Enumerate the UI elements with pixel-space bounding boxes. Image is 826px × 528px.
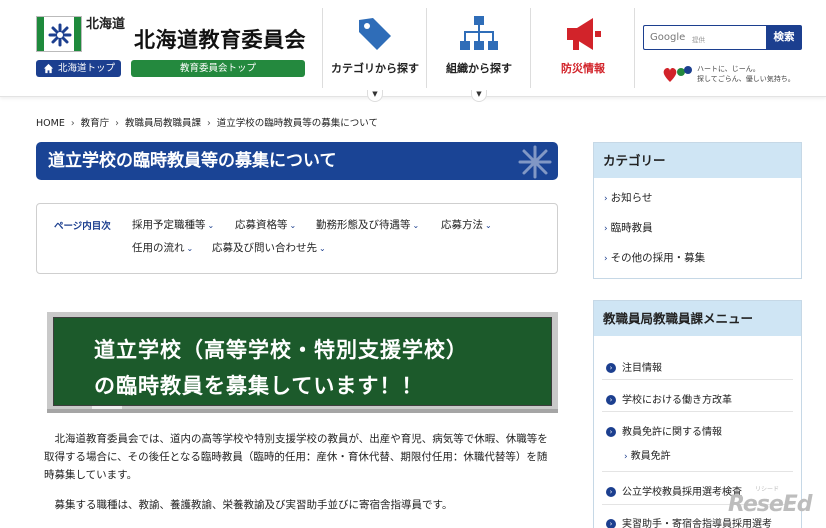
tag-icon xyxy=(359,18,391,50)
arrow-circle-icon: › xyxy=(606,487,616,497)
nav-organization[interactable]: 組織から探す xyxy=(427,8,531,88)
heart-campaign-text: ハートに、じーん。 探してごらん、優しい気持ち。 xyxy=(697,64,795,84)
search-button[interactable]: 検索 xyxy=(766,25,802,50)
toc-item-working-conditions[interactable]: 勤務形態及び待遇等 ⌄ xyxy=(316,217,419,232)
page-title-text: 道立学校の臨時教員等の募集について xyxy=(48,151,337,171)
intro-paragraph: 北海道教育委員会では、道内の高等学校や特別支援学校の教員が、出産や育児、病気等で… xyxy=(44,433,548,481)
chevron-right-icon: › xyxy=(604,254,608,264)
nav-disaster-label: 防災情報 xyxy=(561,62,605,75)
hokkaido-logo[interactable] xyxy=(36,16,82,52)
search-provider: Google xyxy=(650,32,686,43)
chevron-right-icon: › xyxy=(604,224,608,234)
search-input[interactable]: Google 提供 xyxy=(643,25,766,50)
category-link-news[interactable]: › お知らせ xyxy=(604,190,652,205)
arrow-circle-icon: › xyxy=(606,427,616,437)
banner-line-2: の臨時教員を募集しています！！ xyxy=(94,374,424,398)
toc-item-qualifications[interactable]: 応募資格等 ⌄ xyxy=(235,217,296,232)
chevron-down-icon: ⌄ xyxy=(319,244,326,253)
breadcrumb-current: 道立学校の臨時教員等の募集について xyxy=(216,118,379,129)
hokkaido-top-label: 北海道トップ xyxy=(58,63,116,74)
chalkboard: 道立学校（高等学校・特別支援学校） の臨時教員を募集しています！！ xyxy=(53,317,552,406)
chevron-right-icon: › xyxy=(604,194,608,204)
chevron-down-icon: ⌄ xyxy=(485,221,492,230)
prefecture-name: 北海道 xyxy=(86,17,126,32)
watermark-logo: ReseEd xyxy=(728,492,813,517)
chevron-right-icon: › xyxy=(624,452,628,462)
nav-category-label: カテゴリから探す xyxy=(331,62,419,75)
category-link-other-recruitment[interactable]: › その他の採用・募集 xyxy=(604,250,705,265)
menu-divider xyxy=(602,379,793,380)
breadcrumb-staff-division[interactable]: 教職員局教職員課 xyxy=(125,118,201,129)
division-menu-title: 教職員局教職員課メニュー xyxy=(594,301,801,336)
toc-item-positions[interactable]: 採用予定職種等 ⌄ xyxy=(132,217,214,232)
snowflake-emblem-icon xyxy=(48,23,72,47)
heart-campaign-line1: ハートに、じーん。 xyxy=(697,65,760,73)
menu-item-teacher-exam[interactable]: › 公立学校教員採用選考検査 xyxy=(606,483,742,498)
hokkaido-top-link[interactable]: 北海道トップ xyxy=(36,60,121,77)
breadcrumb-home[interactable]: HOME xyxy=(36,118,65,129)
nav-disaster[interactable]: 防災情報 xyxy=(531,8,635,88)
toc-label: ページ内目次 xyxy=(54,221,111,232)
toc-item-appointment-flow[interactable]: 任用の流れ ⌄ xyxy=(132,240,193,255)
search-provider-sub: 提供 xyxy=(692,36,705,44)
chevron-down-icon: ⌄ xyxy=(412,221,420,230)
toc-item-contact[interactable]: 応募及び問い合わせ先 ⌄ xyxy=(212,240,326,255)
chevron-down-icon: ⌄ xyxy=(289,221,297,230)
banner-line-1: 道立学校（高等学校・特別支援学校） xyxy=(94,338,468,362)
arrow-circle-icon: › xyxy=(606,395,616,405)
heart-campaign-line2: 探してごらん、優しい気持ち。 xyxy=(697,75,795,83)
chevron-down-icon: ⌄ xyxy=(207,221,215,230)
breadcrumb-education-agency[interactable]: 教育庁 xyxy=(81,118,110,129)
category-panel: カテゴリー › お知らせ › 臨時教員 › その他の採用・募集 xyxy=(593,142,802,279)
home-icon xyxy=(43,63,54,74)
menu-divider xyxy=(602,411,793,412)
heart-campaign-logo-icon[interactable] xyxy=(662,64,694,84)
breadcrumb: HOME › 教育庁 › 教職員局教職員課 › 道立学校の臨時教員等の募集について xyxy=(36,118,379,129)
site-header: 北海道 北海道トップ 北海道教育委員会 教育委員会トップ カテゴリから探す 組織… xyxy=(0,0,826,97)
category-panel-title: カテゴリー xyxy=(594,143,801,178)
arrow-circle-icon: › xyxy=(606,519,616,528)
positions-paragraph: 募集する職種は、教諭、養護教諭、栄養教諭及び実習助手並びに寄宿舎指導員です。 xyxy=(54,499,453,511)
menu-item-work-style-reform[interactable]: › 学校における働き方改革 xyxy=(606,391,732,406)
site-title[interactable]: 北海道教育委員会 xyxy=(134,24,306,54)
menu-item-featured[interactable]: › 注目情報 xyxy=(606,359,662,374)
menu-divider xyxy=(602,471,793,472)
toc-item-how-to-apply[interactable]: 応募方法 ⌄ xyxy=(441,217,492,232)
category-link-temporary-teachers[interactable]: › 臨時教員 xyxy=(604,220,653,235)
nav-organization-label: 組織から探す xyxy=(446,62,512,75)
nav-category[interactable]: カテゴリから探す xyxy=(323,8,427,88)
snowflake-icon xyxy=(518,145,552,179)
arrow-circle-icon: › xyxy=(606,363,616,373)
board-top-link[interactable]: 教育委員会トップ xyxy=(131,60,305,77)
nav-divider xyxy=(634,8,635,88)
page-title: 道立学校の臨時教員等の募集について xyxy=(36,142,558,180)
chalkboard-ledge xyxy=(47,409,558,413)
chevron-down-icon: ⌄ xyxy=(186,244,194,253)
page-toc: ページ内目次 採用予定職種等 ⌄ 応募資格等 ⌄ 勤務形態及び待遇等 ⌄ 応募方法 ⌄ … xyxy=(36,203,558,274)
menu-subitem-license[interactable]: › 教員免許 xyxy=(624,447,671,462)
nav-organization-dropdown-tab[interactable]: ▼ xyxy=(471,90,487,102)
menu-item-license-info[interactable]: › 教員免許に関する情報 xyxy=(606,423,722,438)
recruitment-banner: 道立学校（高等学校・特別支援学校） の臨時教員を募集しています！！ xyxy=(47,312,558,413)
nav-category-dropdown-tab[interactable]: ▼ xyxy=(367,90,383,102)
org-chart-icon xyxy=(460,16,498,50)
megaphone-icon xyxy=(567,18,601,50)
